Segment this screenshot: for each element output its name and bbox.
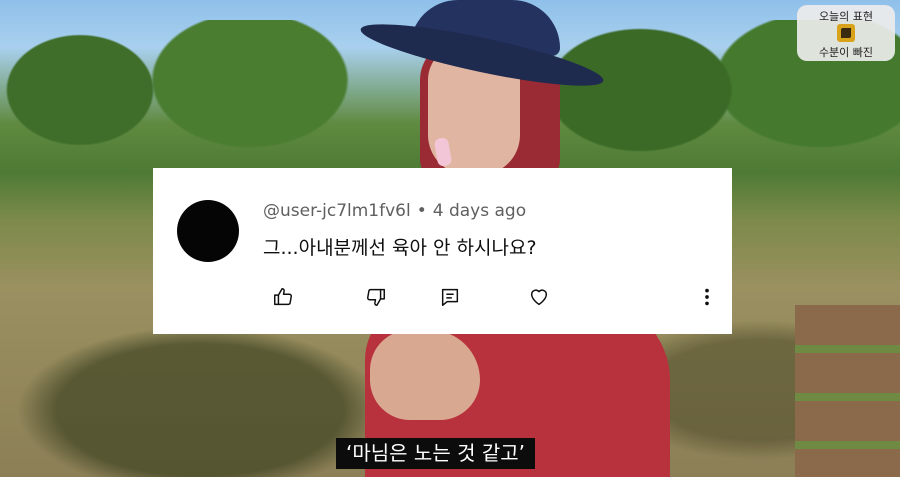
reply-icon — [441, 288, 459, 306]
comment-card: @user-jc7lm1fv6l • 4 days ago 그...아내분께선 육아… — [153, 168, 732, 334]
like-button[interactable] — [270, 284, 296, 310]
more-options-button[interactable] — [698, 284, 716, 310]
badge-icon — [837, 24, 855, 42]
comment-meta: @user-jc7lm1fv6l • 4 days ago — [263, 201, 526, 221]
thumbs-down-icon — [367, 288, 385, 306]
more-vert-icon — [705, 288, 709, 306]
avatar[interactable] — [177, 200, 239, 262]
comment-username[interactable]: @user-jc7lm1fv6l — [263, 201, 411, 221]
expression-badge: 오늘의 표현 수분이 빠진 — [797, 5, 895, 61]
subtitle-caption: ‘마님은 노는 것 같고’ — [336, 438, 535, 469]
person-hand — [370, 330, 480, 420]
sod-rolls — [795, 305, 900, 477]
reply-button[interactable] — [437, 284, 463, 310]
meta-separator: • — [416, 201, 427, 221]
comment-time[interactable]: 4 days ago — [433, 201, 526, 221]
heart-icon — [530, 289, 548, 306]
heart-button[interactable] — [526, 284, 552, 310]
comment-text: 그...아내분께선 육아 안 하시나요? — [263, 237, 537, 259]
dislike-button[interactable] — [363, 284, 389, 310]
badge-title: 오늘의 표현 — [818, 10, 874, 23]
badge-caption: 수분이 빠진 — [818, 46, 874, 59]
thumbs-up-icon — [274, 288, 292, 306]
